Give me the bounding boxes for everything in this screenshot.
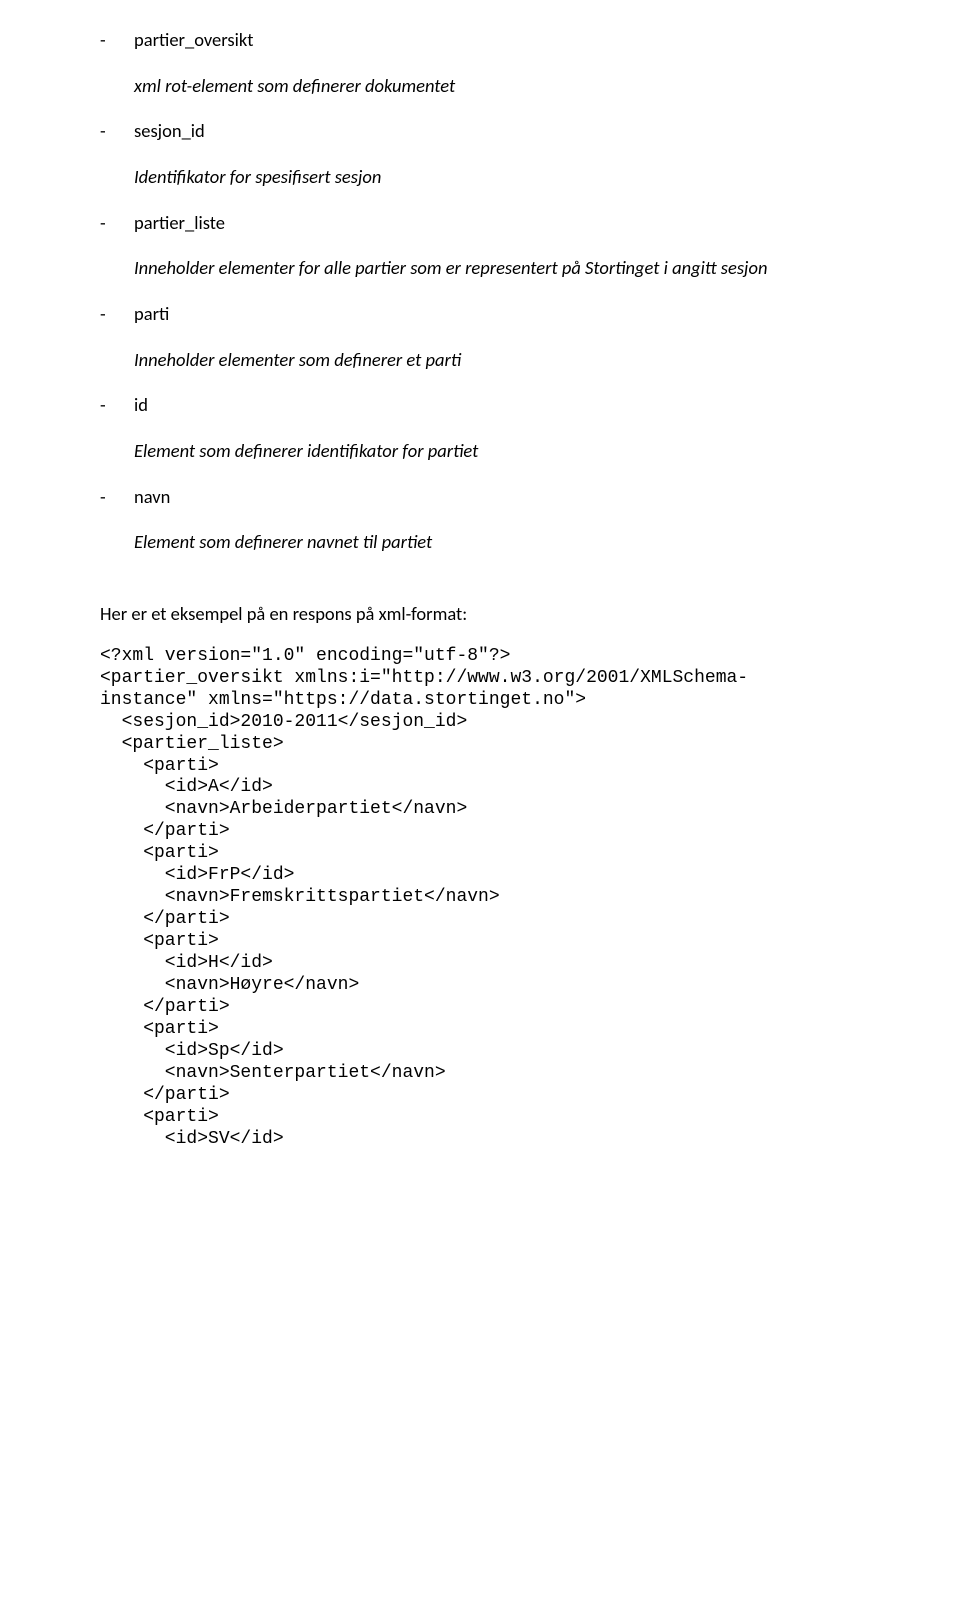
term-description: Identifikator for spesifisert sesjon xyxy=(134,165,860,189)
term-text: partier_oversikt xyxy=(134,28,253,52)
definition-item: - id Element som definerer identifikator… xyxy=(100,393,860,462)
bullet-dash: - xyxy=(100,302,134,326)
term-text: partier_liste xyxy=(134,211,225,235)
bullet-dash: - xyxy=(100,119,134,143)
term-description: Element som definerer navnet til partiet xyxy=(134,530,860,554)
term-text: parti xyxy=(134,302,169,326)
code-block: <?xml version="1.0" encoding="utf-8"?> <… xyxy=(100,646,860,1151)
term-text: sesjon_id xyxy=(134,119,205,143)
term-description: Inneholder elementer for alle partier so… xyxy=(134,256,860,280)
definition-item: - partier_oversikt xml rot-element som d… xyxy=(100,28,860,97)
term-description: Inneholder elementer som definerer et pa… xyxy=(134,348,860,372)
bullet-dash: - xyxy=(100,211,134,235)
example-intro: Her er et eksempel på en respons på xml-… xyxy=(100,602,860,626)
term-description: Element som definerer identifikator for … xyxy=(134,439,860,463)
term-text: id xyxy=(134,393,148,417)
bullet-dash: - xyxy=(100,393,134,417)
term-description: xml rot-element som definerer dokumentet xyxy=(134,74,860,98)
definition-item: - partier_liste Inneholder elementer for… xyxy=(100,211,860,280)
document-page: - partier_oversikt xml rot-element som d… xyxy=(0,0,960,1613)
definition-item: - navn Element som definerer navnet til … xyxy=(100,485,860,554)
definition-item: - sesjon_id Identifikator for spesifiser… xyxy=(100,119,860,188)
bullet-dash: - xyxy=(100,28,134,52)
bullet-dash: - xyxy=(100,485,134,509)
term-text: navn xyxy=(134,485,170,509)
definition-item: - parti Inneholder elementer som definer… xyxy=(100,302,860,371)
